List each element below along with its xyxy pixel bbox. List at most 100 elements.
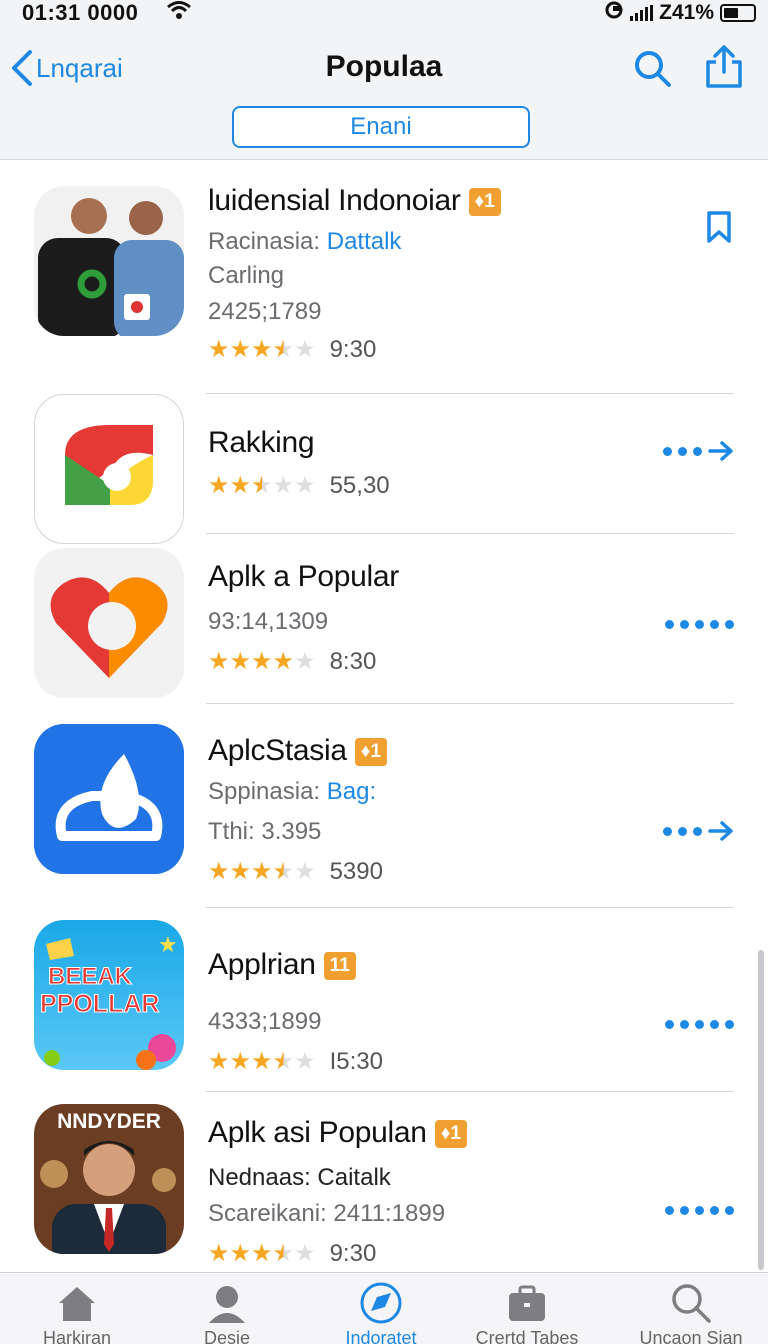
status-bar: 01:31 0000 Z41%: [0, 0, 768, 26]
rating-text: 9:30: [329, 1240, 377, 1267]
star-icon: ★: [229, 1240, 252, 1267]
segment-button[interactable]: Enani: [232, 106, 530, 148]
star-icon: ★: [229, 648, 252, 675]
star-icon: ★: [251, 472, 273, 499]
tab-explore[interactable]: Indoratet: [304, 1273, 458, 1344]
star-icon: ★: [294, 1240, 316, 1267]
home-icon: [59, 1287, 95, 1321]
app-title: AplcStasia: [208, 734, 347, 767]
star-icon: ★: [251, 648, 273, 675]
app-icon-game: ★ BEEAK PPOLLAR: [34, 920, 184, 1070]
scrollbar[interactable]: [758, 950, 764, 1270]
search-icon: [672, 1284, 711, 1323]
star-icon: ★: [294, 858, 316, 885]
star-icon: ★: [251, 336, 273, 363]
app-rating: ★ ★ ★ ★ ★ 55,30: [208, 472, 390, 500]
rating-text: 8:30: [329, 648, 377, 675]
star-icon: ★: [272, 1048, 295, 1075]
svg-text:★: ★: [158, 933, 178, 958]
star-icon: ★: [229, 472, 252, 499]
arrow-right-icon: [708, 441, 733, 461]
star-icon: ★: [208, 648, 230, 675]
app-subtitle: Carling: [208, 262, 285, 289]
briefcase-icon: [509, 1285, 545, 1321]
bookmark-button[interactable]: [704, 210, 734, 249]
wifi-icon: [166, 0, 192, 26]
rating-text: I5:30: [329, 1048, 383, 1075]
compass-icon: [360, 1282, 402, 1324]
rating-text: 9:30: [329, 336, 377, 363]
app-icon-logo: [34, 394, 184, 544]
more-button[interactable]: [663, 440, 734, 462]
more-button[interactable]: [665, 616, 734, 634]
rank-badge: ♦1: [468, 188, 501, 216]
app-subtitle: Scareikani: 2411:1899: [208, 1200, 446, 1227]
star-icon: ★: [208, 1240, 230, 1267]
star-icon: ★: [251, 1240, 273, 1267]
app-title: Applrian: [208, 948, 316, 981]
star-icon: ★: [208, 1048, 230, 1075]
app-downloads: 93:14,1309: [208, 608, 329, 635]
list-item[interactable]: Rakking ★ ★ ★ ★ ★ 55,30: [0, 394, 768, 544]
tab-search[interactable]: Uncaon Sian: [614, 1273, 768, 1344]
developer-link[interactable]: Bag:: [327, 778, 376, 805]
list-item[interactable]: AplcStasia ♦1 Sppinasia: Bag: Tthi: 3.395…: [0, 704, 768, 908]
more-button[interactable]: [665, 1016, 734, 1034]
app-icon-heart: [34, 548, 184, 698]
star-icon: ★: [229, 336, 252, 363]
app-subtitle: Tthi: 3.395: [208, 818, 322, 845]
star-icon: ★: [294, 336, 316, 363]
arrow-right-icon: [708, 821, 733, 841]
share-button[interactable]: [702, 44, 746, 90]
star-icon: ★: [251, 858, 273, 885]
rating-stars: ★ ★ ★ ★ ★: [208, 1242, 316, 1266]
icon-text-line-1: BEEAK: [48, 963, 133, 990]
icon-text: NNDYDER: [57, 1110, 161, 1133]
star-icon: ★: [272, 336, 295, 363]
tab-home[interactable]: Harkiran: [0, 1273, 154, 1344]
app-title: luidensial Indonoiar: [208, 184, 461, 217]
tab-profile[interactable]: Desie: [150, 1273, 304, 1344]
rating-stars: ★ ★ ★ ★ ★: [208, 860, 316, 884]
app-category: Sppinasia: Bag:: [208, 778, 377, 805]
list-item[interactable]: NNDYDER Aplk asi Populan ♦1 Nednaas: Cait…: [0, 1092, 768, 1272]
rotation-lock-icon: [604, 0, 624, 26]
app-icon-portrait: NNDYDER: [34, 1104, 184, 1254]
star-icon: ★: [208, 472, 230, 499]
star-icon: ★: [294, 1048, 316, 1075]
app-title: Aplk a Popular: [208, 560, 399, 593]
app-rating: ★ ★ ★ ★ ★ 8:30: [208, 648, 376, 676]
search-button[interactable]: [632, 48, 674, 90]
search-icon: [635, 51, 671, 87]
star-icon: ★: [272, 1240, 295, 1267]
app-rating: ★ ★ ★ ★ ★ I5:30: [208, 1048, 383, 1076]
rating-stars: ★ ★ ★ ★ ★: [208, 474, 316, 498]
developer-link[interactable]: Dattalk: [327, 228, 402, 255]
app-rating: ★ ★ ★ ★ ★ 9:30: [208, 336, 376, 364]
navigation-bar: Lnqarai Populaa Enani: [0, 26, 768, 160]
more-button[interactable]: [665, 1202, 734, 1220]
person-icon: [209, 1286, 245, 1323]
app-icon-photo: [34, 186, 184, 336]
tab-updates[interactable]: Crertd Tabes: [450, 1273, 604, 1344]
app-category: Nednaas: Caitalk: [208, 1164, 391, 1191]
list-item[interactable]: Aplk a Popular 93:14,1309 ★ ★ ★ ★ ★ 8:30: [0, 534, 768, 704]
star-icon: ★: [294, 472, 316, 499]
star-icon: ★: [272, 472, 295, 499]
star-icon: ★: [208, 858, 230, 885]
tab-bar: Harkiran Desie Indoratet Crertd Tabes Un…: [0, 1272, 768, 1344]
share-icon: [706, 45, 742, 88]
app-category: Racinasia: Dattalk: [208, 228, 402, 255]
star-icon: ★: [208, 336, 230, 363]
star-icon: ★: [272, 648, 295, 675]
rating-text: 5390: [329, 858, 383, 885]
icon-text-line-2: PPOLLAR: [40, 990, 159, 1018]
battery-percent: Z41%: [659, 1, 714, 24]
app-rating: ★ ★ ★ ★ ★ 5390: [208, 858, 383, 886]
list-item[interactable]: luidensial Indonoiar ♦1 Racinasia: Dattal…: [0, 160, 768, 394]
rank-badge: ♦1: [354, 738, 388, 766]
star-icon: ★: [272, 858, 295, 885]
list-item[interactable]: ★ BEEAK PPOLLAR Applrian 11 4333;1899 ★ ★ ★…: [0, 908, 768, 1092]
app-title: Rakking: [208, 426, 315, 459]
more-button[interactable]: [663, 820, 734, 842]
